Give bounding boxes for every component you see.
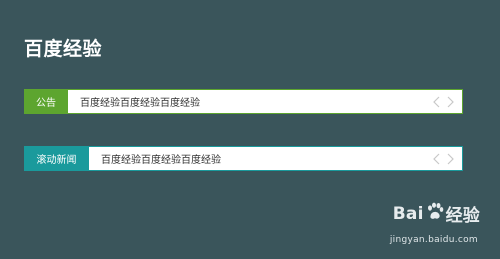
announcement-ticker: 公告 百度经验百度经验百度经验 <box>24 89 463 114</box>
ticker-text[interactable]: 百度经验百度经验百度经验 <box>68 89 431 114</box>
chevron-left-icon[interactable] <box>431 95 441 109</box>
ticker-label-news: 滚动新闻 <box>24 146 89 171</box>
ticker-text[interactable]: 百度经验百度经验百度经验 <box>89 146 431 171</box>
watermark-brand-left: Bai <box>392 203 424 224</box>
ticker-nav <box>431 89 463 114</box>
watermark-brand-right: 经验 <box>445 206 480 226</box>
ticker-label-announcement: 公告 <box>24 89 68 114</box>
chevron-right-icon[interactable] <box>445 152 455 166</box>
news-ticker: 滚动新闻 百度经验百度经验百度经验 <box>24 146 463 171</box>
watermark-url: jingyan.baidu.com <box>389 235 478 245</box>
chevron-right-icon[interactable] <box>445 95 455 109</box>
chevron-left-icon[interactable] <box>431 152 441 166</box>
ticker-nav <box>431 146 463 171</box>
watermark-logo: Bai 经验 <box>393 201 480 226</box>
paw-icon <box>426 202 444 225</box>
baidu-jingyan-watermark: Bai 经验 jingyan.baidu.com <box>370 201 480 245</box>
page-title: 百度经验 <box>24 38 103 60</box>
